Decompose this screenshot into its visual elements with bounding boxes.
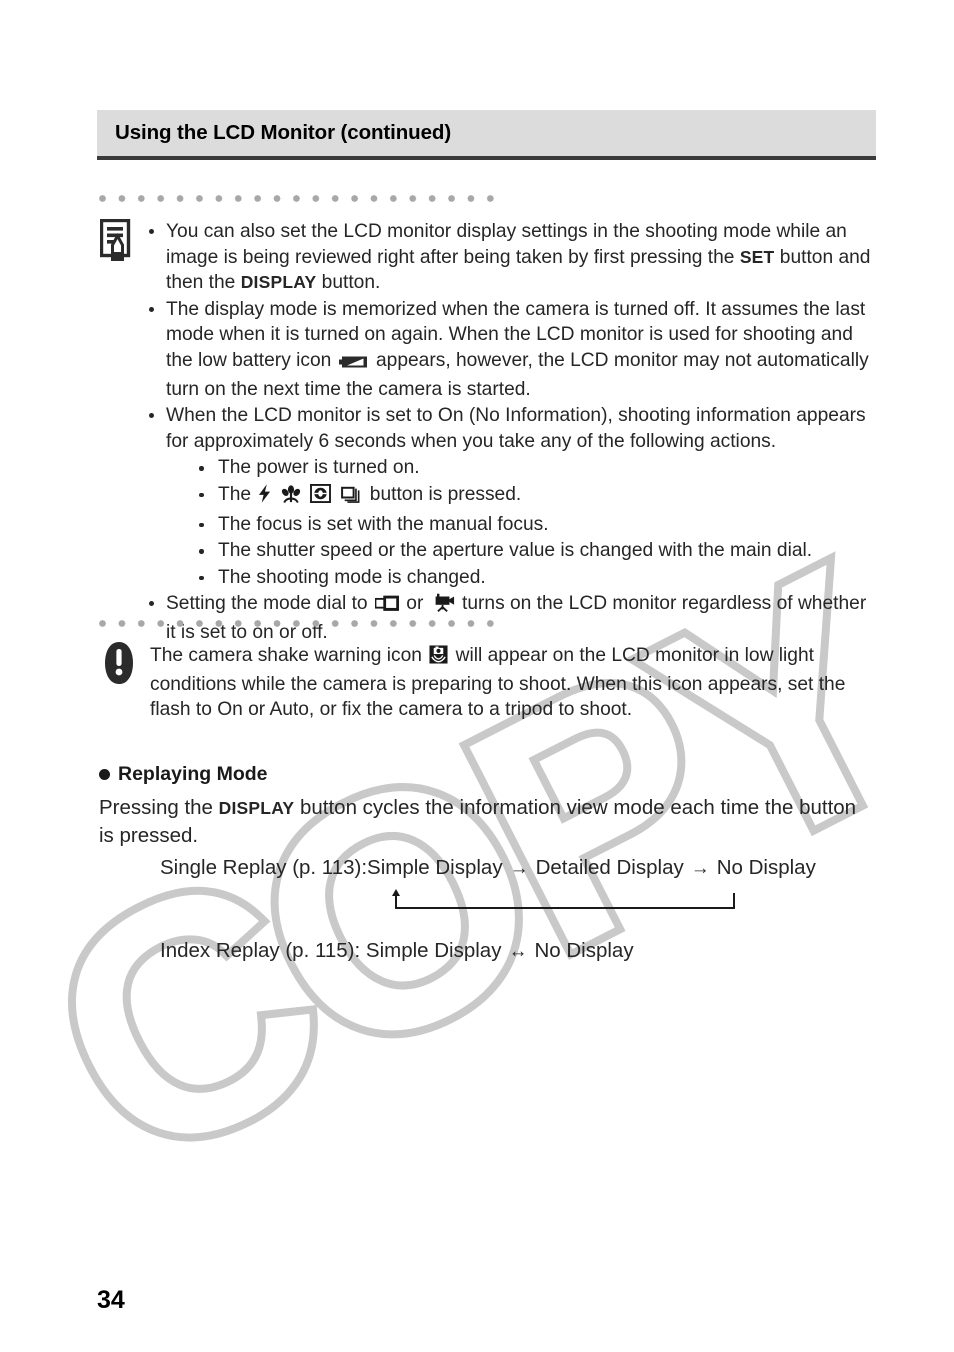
document-page: Using the LCD Monitor (continued) You ca…	[0, 0, 954, 1352]
note-sub-list: The power is turned on. The button is pr…	[144, 455, 876, 590]
note-bullet-text: The display mode is memorized when the c…	[166, 298, 869, 400]
bullet-marker	[199, 575, 204, 581]
note-bullet: You can also set the LCD monitor display…	[144, 219, 876, 296]
movie-camera-icon	[431, 593, 455, 620]
page-header-band: Using the LCD Monitor (continued)	[97, 110, 876, 156]
bullet-marker	[199, 466, 204, 471]
flow-step: Detailed Display	[535, 856, 684, 879]
note-sub-bullet-text: The button is pressed.	[218, 483, 521, 505]
flow-spacer	[160, 917, 860, 937]
bullet-marker	[199, 492, 204, 498]
note-sub-bullet: The power is turned on.	[196, 455, 876, 481]
note-sub-bullet-text: The shutter speed or the aperture value …	[218, 540, 813, 562]
bullet-marker	[149, 601, 154, 607]
bullet-marker	[199, 549, 204, 554]
note-pencil-icon	[99, 218, 134, 262]
stitch-assist-icon	[374, 594, 399, 620]
loopback-horizontal-line	[395, 907, 735, 909]
note-bullet-text: When the LCD monitor is set to On (No In…	[166, 405, 866, 452]
flow-loopback-arrow	[391, 883, 735, 917]
loopback-right-stem	[733, 893, 735, 909]
bullet-marker	[149, 413, 154, 419]
warning-block: The camera shake warning icon will appea…	[150, 643, 870, 723]
note-bullet: Setting the mode dial to or turns on the…	[144, 591, 876, 645]
red-eye-icon	[310, 483, 332, 511]
low-battery-icon	[338, 351, 369, 377]
set-button-label: SET	[739, 246, 775, 267]
page-number: 34	[97, 1286, 125, 1314]
flash-icon	[258, 484, 271, 511]
loopback-arrowhead-icon	[391, 889, 400, 896]
note-bullet: The display mode is memorized when the c…	[144, 297, 876, 402]
dotted-separator-middle	[99, 620, 495, 627]
page-title: Using the LCD Monitor (continued)	[115, 121, 452, 144]
note-bullet-text: You can also set the LCD monitor display…	[166, 221, 871, 294]
header-divider-rule	[97, 156, 876, 160]
flow-arrow-icon: ↔	[508, 941, 528, 962]
note-sub-bullet-text: The shooting mode is changed.	[218, 566, 486, 588]
exclamation-warning-icon	[102, 641, 136, 685]
replaying-mode-intro: Pressing the DISPLAY button cycles the i…	[99, 796, 857, 847]
bullet-marker	[149, 306, 154, 312]
flow-label: Single Replay (p. 113):	[160, 856, 368, 879]
flow-row-index-replay: Index Replay (p. 115): Simple Display ↔ No…	[160, 937, 860, 966]
drive-mode-icon	[340, 485, 362, 511]
display-button-label: DISPLAY	[218, 798, 295, 818]
flow-label: Index Replay (p. 115):	[160, 939, 361, 962]
note-sub-bullet: The focus is set with the manual focus.	[196, 512, 876, 538]
replay-flow-diagram: Single Replay (p. 113):Simple Display → De…	[160, 854, 860, 966]
note-bullet: When the LCD monitor is set to On (No In…	[144, 403, 876, 454]
note-sub-bullet: The button is pressed.	[196, 482, 876, 511]
note-sub-bullet: The shooting mode is changed.	[196, 565, 876, 591]
flow-arrow-icon: →	[509, 858, 529, 879]
camera-shake-icon	[429, 645, 448, 672]
flow-step: No Display	[534, 939, 634, 962]
replaying-mode-heading: Replaying Mode	[99, 763, 268, 786]
macro-flower-icon	[281, 485, 301, 511]
replaying-mode-heading-text: Replaying Mode	[118, 763, 268, 785]
bullet-marker	[149, 229, 154, 234]
flow-step: Simple Display	[367, 856, 503, 879]
note-sub-bullet-text: The power is turned on.	[218, 457, 420, 479]
dotted-separator-top	[99, 195, 495, 202]
flow-step: Simple Display	[365, 939, 502, 962]
bullet-marker	[199, 522, 204, 528]
note-sub-bullet-text: The focus is set with the manual focus.	[218, 513, 549, 535]
display-button-label: DISPLAY	[240, 272, 317, 293]
flow-arrow-icon: →	[690, 858, 710, 879]
note-block: You can also set the LCD monitor display…	[144, 219, 876, 647]
flow-row-single-replay: Single Replay (p. 113):Simple Display → De…	[160, 854, 860, 883]
note-bullet-text: Setting the mode dial to or turns on the…	[166, 593, 867, 643]
note-sub-bullet: The shutter speed or the aperture value …	[196, 538, 876, 564]
flow-step: No Display	[716, 856, 816, 879]
section-bullet-icon	[99, 769, 110, 780]
warning-text: The camera shake warning icon will appea…	[150, 645, 846, 721]
